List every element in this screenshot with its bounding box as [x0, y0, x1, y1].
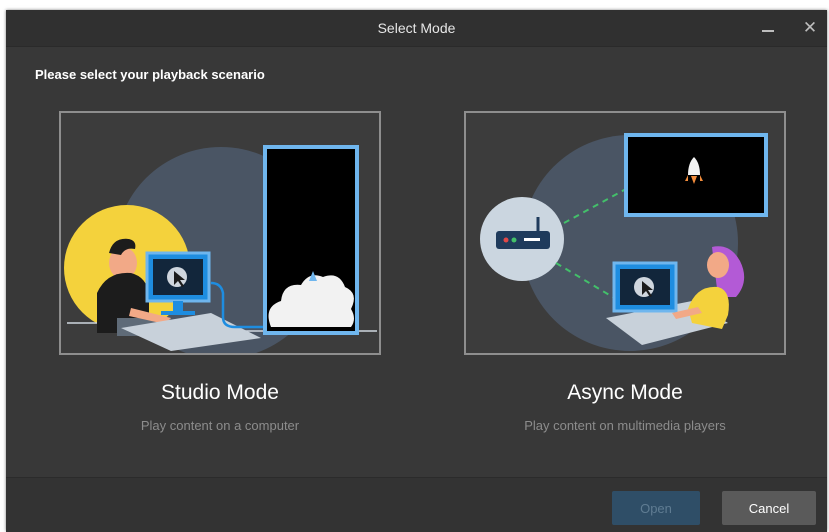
async-mode-illustration — [480, 133, 768, 351]
async-mode-description: Play content on multimedia players — [524, 418, 726, 433]
studio-mode-title[interactable]: Studio Mode — [59, 381, 381, 405]
async-mode-card[interactable] — [464, 111, 786, 355]
media-player-box-icon — [480, 197, 564, 281]
studio-mode-card[interactable] — [59, 111, 381, 355]
minimize-button[interactable] — [756, 16, 780, 40]
close-icon: ✕ — [802, 18, 818, 37]
open-button[interactable]: Open — [612, 491, 700, 525]
studio-mode-illustration — [64, 145, 377, 353]
close-button[interactable]: ✕ — [798, 16, 822, 40]
select-mode-dialog: Select Mode ✕ Please select your playbac… — [6, 10, 827, 532]
led-screen-icon — [263, 145, 359, 335]
minimize-icon — [762, 30, 774, 32]
cancel-button[interactable]: Cancel — [722, 491, 816, 525]
led-screen-icon — [624, 133, 768, 217]
instruction-text: Please select your playback scenario — [35, 67, 265, 82]
async-mode-title[interactable]: Async Mode — [464, 381, 786, 405]
studio-mode-description: Play content on a computer — [140, 418, 300, 433]
dialog-title: Select Mode — [377, 20, 456, 36]
title-bar: Select Mode ✕ — [6, 10, 827, 47]
dialog-footer: Open Cancel — [6, 477, 827, 532]
